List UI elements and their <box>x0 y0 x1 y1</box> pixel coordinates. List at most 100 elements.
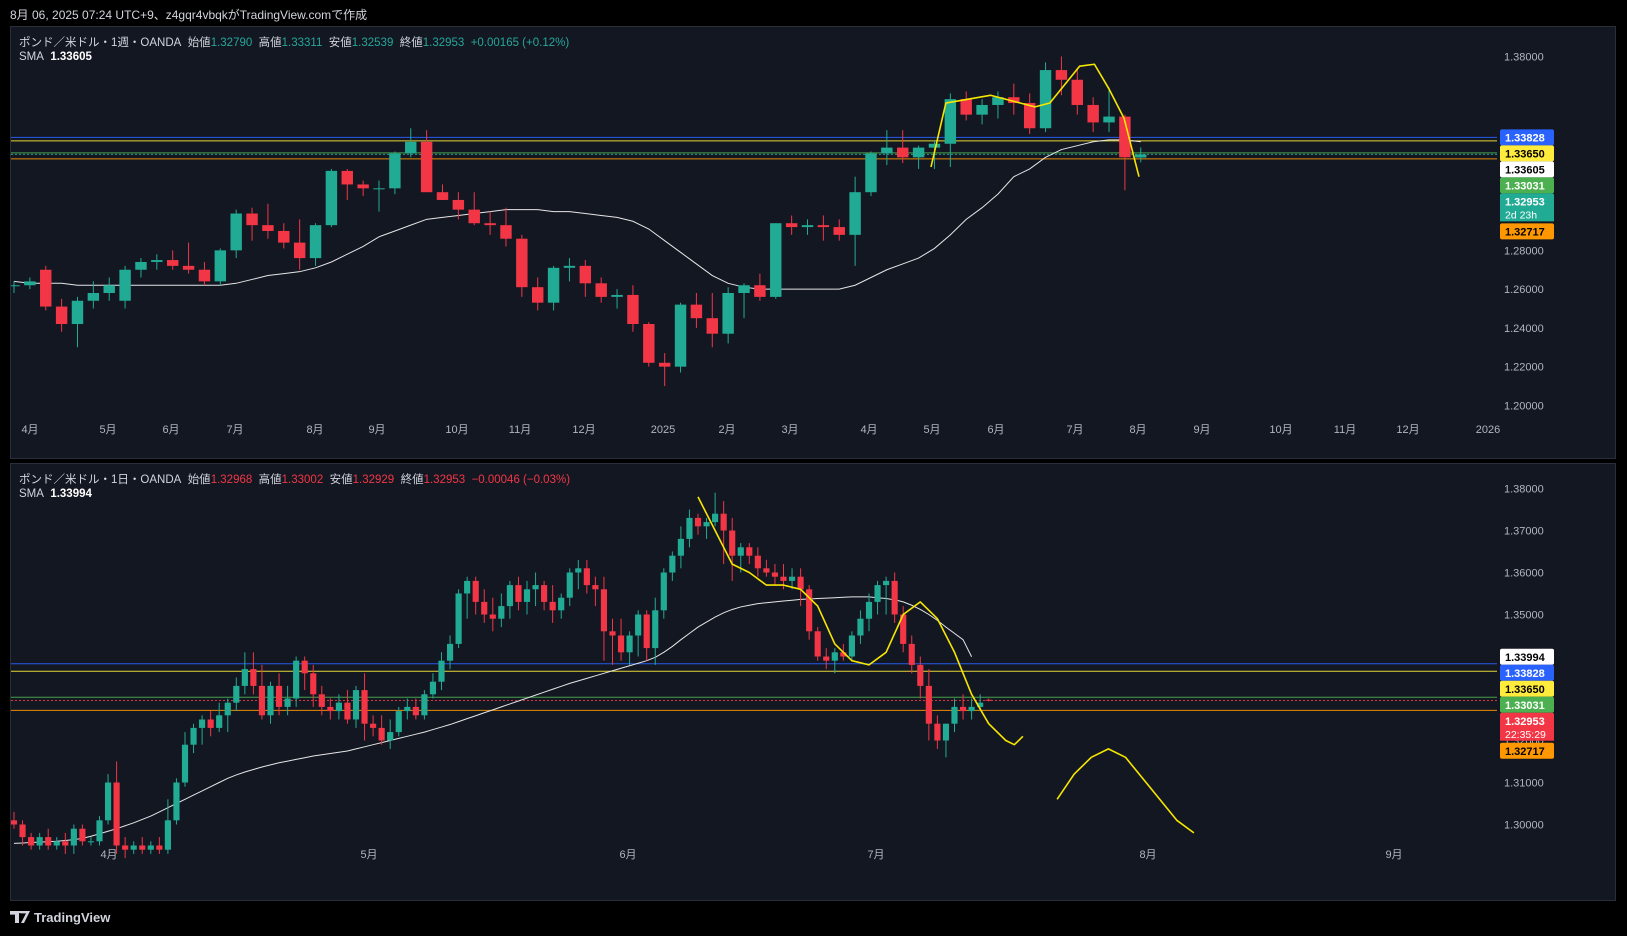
y-tick-label: 1.31000 <box>1504 778 1544 790</box>
candle-body <box>164 820 171 850</box>
y-tick-label: 1.36000 <box>1504 568 1544 580</box>
candle-body <box>28 837 35 846</box>
candle-body <box>801 225 814 228</box>
candle-body <box>541 585 548 602</box>
candle-body <box>547 267 560 303</box>
candle-body <box>135 261 147 270</box>
candle-body <box>960 99 972 115</box>
candle-body <box>857 618 864 636</box>
x-tick-label: 6月 <box>619 849 636 861</box>
candle-body <box>481 601 488 615</box>
candle-body <box>600 589 608 632</box>
candle-body <box>865 601 873 619</box>
candle-body <box>241 669 248 686</box>
x-tick-label: 4月 <box>100 849 117 861</box>
daily-chart-pane[interactable]: ポンド／米ドル・1日・OANDA 始値1.32968 高値1.33002 安値1… <box>10 463 1616 901</box>
candle-body <box>660 572 667 611</box>
candle-body <box>284 698 291 707</box>
candle-body <box>934 723 941 741</box>
candle-body <box>694 517 702 527</box>
footer-brand: TradingView <box>34 910 111 925</box>
candle-body <box>498 606 505 619</box>
price-tag-label: 1.33650 <box>1505 148 1545 160</box>
candle-body <box>516 238 528 288</box>
x-tick-label: 6月 <box>162 424 179 436</box>
price-tag-label: 1.33031 <box>1505 180 1545 192</box>
candle-body <box>55 306 68 325</box>
candle-body <box>823 656 830 661</box>
y-tick-label: 1.28000 <box>1504 245 1544 257</box>
candle-body <box>611 294 623 297</box>
candle-body <box>262 225 274 231</box>
candle-body <box>468 209 480 224</box>
candle-body <box>874 585 881 602</box>
candle-body <box>928 143 941 148</box>
candle-body <box>746 547 753 556</box>
x-tick-label: 11月 <box>1334 424 1356 436</box>
candle-body <box>216 715 223 728</box>
candle-body <box>549 601 556 611</box>
price-tag-label: 1.32953 <box>1505 716 1545 728</box>
y-tick-label: 1.35000 <box>1504 610 1544 622</box>
candle-body <box>181 744 189 783</box>
x-tick-label: 5月 <box>360 849 377 861</box>
sma-line <box>13 596 973 844</box>
candle-body <box>438 660 445 682</box>
header-bar: 8月 06, 2025 07:24 UTC+9、z4gqr4vbqkがTradi… <box>0 0 1627 26</box>
candle-body <box>166 260 179 266</box>
candle-body <box>389 153 401 189</box>
candle-body <box>506 585 513 607</box>
candle-body <box>797 576 804 590</box>
candle-body <box>293 242 306 259</box>
x-tick-label: 4月 <box>21 424 38 436</box>
candle-body <box>373 188 385 190</box>
price-tag-label: 1.33031 <box>1505 700 1545 712</box>
daily-chart-svg[interactable]: 1.380001.370001.360001.350001.320001.310… <box>11 464 1615 900</box>
candle-body <box>104 782 112 821</box>
candle-body <box>883 580 890 586</box>
weekly-chart-pane[interactable]: ポンド／米ドル・1週・OANDA 始値1.32790 高値1.33311 安値1… <box>10 26 1616 459</box>
x-tick-label: 4月 <box>860 424 877 436</box>
price-tag-label: 1.32953 <box>1505 196 1545 208</box>
candle-body <box>771 572 779 577</box>
candle-body <box>609 631 616 636</box>
candle-body <box>658 362 671 367</box>
candle-body <box>267 685 274 716</box>
header-text: 8月 06, 2025 07:24 UTC+9、z4gqr4vbqkがTradi… <box>10 8 368 22</box>
y-tick-label: 1.30000 <box>1504 820 1544 832</box>
x-tick-label: 6月 <box>987 424 1004 436</box>
candle-body <box>62 841 69 846</box>
candle-body <box>579 265 592 284</box>
candle-body <box>96 820 103 842</box>
candle-body <box>763 568 770 573</box>
candle-body <box>833 227 845 235</box>
candle-body <box>558 597 565 611</box>
candle-body <box>780 576 787 581</box>
x-tick-label: 12月 <box>572 424 595 436</box>
x-tick-label: 8月 <box>306 424 323 436</box>
candle-body <box>122 845 129 850</box>
candle-body <box>130 845 137 850</box>
weekly-chart-svg[interactable]: 1.380001.300001.280001.260001.240001.220… <box>11 27 1615 458</box>
x-tick-label: 9月 <box>368 424 385 436</box>
candle-body <box>250 669 257 686</box>
candle-body <box>119 269 131 301</box>
price-tag-label: 1.33828 <box>1505 132 1545 144</box>
candle-body <box>925 685 932 724</box>
x-tick-label: 7月 <box>867 849 884 861</box>
candle-body <box>395 711 402 733</box>
tradingview-logo[interactable]: TradingView <box>10 910 110 925</box>
candle-body <box>40 269 52 307</box>
candle-body <box>563 265 576 268</box>
candle-body <box>951 706 958 724</box>
candle-body <box>643 324 655 363</box>
candle-body <box>754 555 761 569</box>
candle-body <box>677 538 684 556</box>
price-tag-label: 1.33828 <box>1505 668 1545 680</box>
candle-body <box>278 230 290 243</box>
candle-body <box>36 837 43 846</box>
x-tick-label: 9月 <box>1385 849 1402 861</box>
candle-body <box>908 643 915 665</box>
candle-body <box>985 699 992 701</box>
x-tick-label: 7月 <box>1066 424 1083 436</box>
